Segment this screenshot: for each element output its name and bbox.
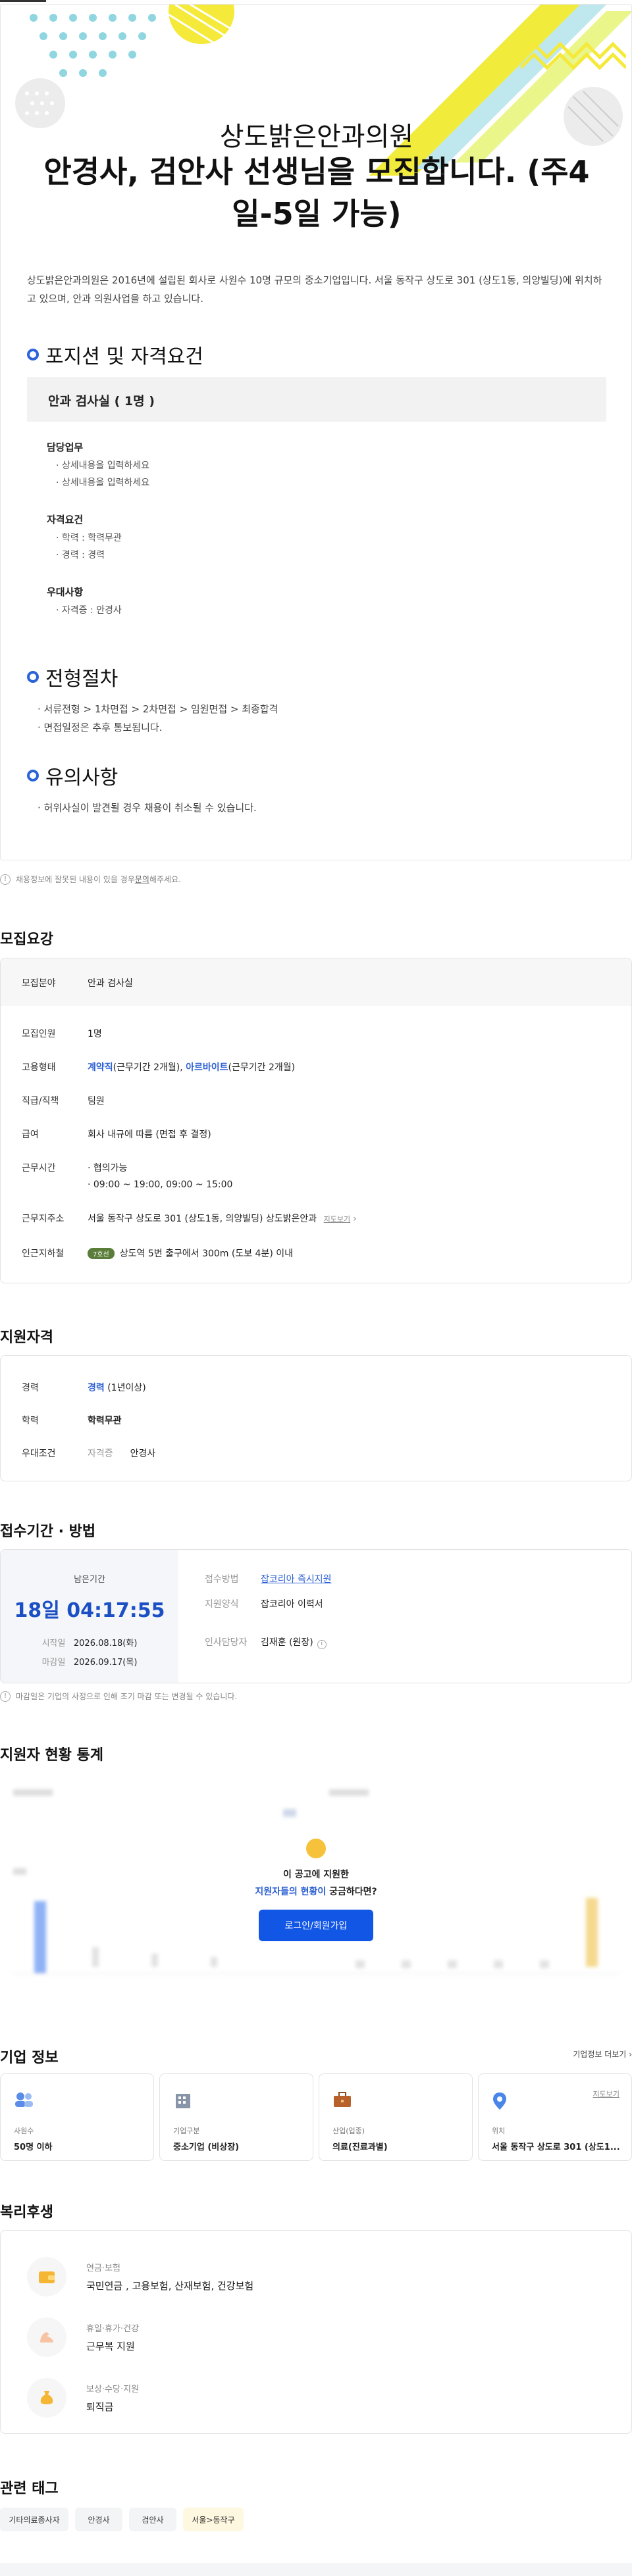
- tag-item[interactable]: 안경사: [75, 2508, 122, 2531]
- map-link[interactable]: 지도보기: [324, 1215, 350, 1224]
- benefit-health: 휴일·휴가·건강 근무복 지원: [27, 2317, 139, 2357]
- recruit-title: 모집요강: [0, 931, 53, 948]
- row-field: 모집분야 안과 검사실: [22, 978, 133, 989]
- ring-bullet-icon: [27, 770, 39, 781]
- info-icon: !: [0, 1691, 11, 1702]
- qualify-title: 지원자격: [0, 1329, 53, 1346]
- process-line: · 면접일정은 추후 통보됩니다.: [38, 722, 163, 733]
- thinking-face-icon: [306, 1839, 326, 1858]
- company-intro: 상도밝은안과의원은 2016년에 설립된 회사로 사원수 10명 규모의 중소기…: [27, 274, 602, 305]
- footer-strip: [0, 2563, 632, 2576]
- ring-bullet-icon: [27, 349, 39, 360]
- apply-method: 접수방법 잡코리아 즉시지원: [205, 1574, 332, 1585]
- stats-login-overlay: 이 공고에 지원한 지원자들의 현황이 궁금하다면? 로그인/회원가입: [0, 1839, 632, 1941]
- row-work-time: 근무시간 · 협의가능 · 09:00 ~ 19:00, 09:00 ~ 15:00: [22, 1163, 233, 1190]
- tab-indicator: [0, 0, 46, 2]
- position-box: 안과 검사실 ( 1명 ): [27, 377, 606, 422]
- remaining-time: 18일 04:17:55: [14, 1599, 165, 1622]
- process-line: · 서류전형 > 1차면접 > 2차면접 > 임원면접 > 최종합격: [38, 703, 278, 715]
- duty-label: 담당업무: [47, 441, 84, 453]
- company-card-type: 기업구분 중소기업 (비상장): [159, 2073, 313, 2161]
- info-icon: !: [0, 874, 11, 885]
- row-pay: 급여 회사 내규에 따름 (면접 후 결정): [22, 1129, 211, 1140]
- req-line: · 경력 : 경력: [56, 550, 105, 560]
- inquiry-link[interactable]: 문의: [135, 874, 149, 885]
- briefcase-icon: [334, 2092, 351, 2107]
- pref-label: 우대사항: [47, 586, 84, 598]
- section-notes: 유의사항: [27, 761, 118, 790]
- pref-line: · 자격증 : 안경사: [56, 605, 122, 616]
- company-name: 상도밝은안과의원: [219, 122, 414, 152]
- muscle-arm-icon: [27, 2317, 66, 2357]
- ring-bullet-icon: [27, 671, 39, 683]
- qualify-card: 경력 경력 (1년이상) 학력 학력무관 우대조건 자격증 안경사: [0, 1355, 632, 1481]
- duty-line: · 상세내용을 입력하세요: [56, 478, 150, 488]
- wallet-icon: [27, 2257, 66, 2296]
- row-rank: 직급/직책 팀원: [22, 1096, 105, 1106]
- apply-title: 접수기간 · 방법: [0, 1523, 96, 1540]
- decor-circle-yellow: [168, 5, 235, 47]
- req-line: · 학력 : 학력무관: [56, 533, 122, 543]
- row-subway: 인근지하철 7호선 상도역 5번 출구에서 300m (도보 4분) 이내: [22, 1248, 294, 1259]
- welfare-title: 복리후생: [0, 2204, 53, 2221]
- row-employment-type: 고용형태 계약직(근무기간 2개월), 아르바이트(근무기간 2개월): [22, 1062, 296, 1073]
- chevron-right-icon: ›: [353, 1214, 357, 1224]
- hr-manager: 인사담당자 김재훈 (원장) i: [205, 1635, 327, 1649]
- location-map-link[interactable]: 지도보기: [593, 2089, 619, 2099]
- welfare-card: 연금·보험 국민연금 , 고용보험, 산재보험, 건강보험 휴일·휴가·건강 근무복…: [0, 2230, 632, 2434]
- people-icon: [15, 2093, 33, 2107]
- job-poster: 상도밝은안과의원 안경사, 검안사 선생님을 모집합니다. (주4일-5일 가능…: [0, 4, 632, 860]
- building-icon: [176, 2094, 190, 2108]
- apply-form: 지원양식 잡코리아 이력서: [205, 1599, 323, 1610]
- deadline-panel: 남은기간 18일 04:17:55 시작일 2026.08.18(화) 마감일 …: [1, 1550, 178, 1683]
- tag-item[interactable]: 기타의료종사자: [0, 2508, 68, 2531]
- section-position: 포지션 및 자격요건: [27, 340, 203, 369]
- row-preference: 우대조건 자격증 안경사: [22, 1449, 156, 1459]
- row-experience: 경력 경력 (1년이상): [22, 1383, 146, 1393]
- apply-card: 남은기간 18일 04:17:55 시작일 2026.08.18(화) 마감일 …: [0, 1549, 632, 1683]
- login-signup-button[interactable]: 로그인/회원가입: [258, 1910, 374, 1941]
- decor-zigzag: [521, 41, 626, 70]
- info-icon[interactable]: i: [317, 1640, 327, 1649]
- error-report-notice: ! 채용정보에 잘못된 내용이 있을 경우 문의 해주세요.: [0, 874, 181, 885]
- subway-line-badge: 7호선: [88, 1248, 115, 1259]
- company-card-location: 지도보기 위치 서울 동작구 상도로 301 (상도1...: [478, 2073, 632, 2161]
- money-bag-icon: [27, 2378, 66, 2417]
- instant-apply-link[interactable]: 잡코리아 즉시지원: [261, 1574, 332, 1585]
- req-label: 자격요건: [47, 514, 84, 526]
- tag-item[interactable]: 검안사: [129, 2508, 176, 2531]
- benefit-insurance: 연금·보험 국민연금 , 고용보험, 산재보험, 건강보험: [27, 2257, 253, 2296]
- recruit-card: 모집분야 안과 검사실 모집인원 1명 고용형태 계약직(근무기간 2개월), 아르바…: [0, 958, 632, 1283]
- company-card-industry: 산업(업종) 의료(진료과별): [319, 2073, 473, 2161]
- duty-line: · 상세내용을 입력하세요: [56, 460, 150, 471]
- stats-title: 지원자 현황 통계: [0, 1747, 103, 1764]
- row-education: 학력 학력무관: [22, 1416, 122, 1426]
- notes-line: · 허위사실이 발견될 경우 채용이 취소될 수 있습니다.: [38, 802, 257, 814]
- row-address: 근무지주소 서울 동작구 상도로 301 (상도1동, 의양빌딩) 상도밝은안과 …: [22, 1214, 357, 1224]
- company-card-employees: 사원수 50명 이하: [0, 2073, 154, 2161]
- deadline-notice: ! 마감일은 기업의 사정으로 인해 조기 마감 또는 변경될 수 있습니다.: [0, 1691, 237, 1702]
- tag-item[interactable]: 서울>동작구: [183, 2508, 244, 2531]
- location-icon: [493, 2093, 506, 2110]
- start-date: 2026.08.18(화): [73, 1639, 138, 1648]
- company-more-link[interactable]: 기업정보 더보기 ›: [573, 2048, 632, 2060]
- company-info-title: 기업 정보: [0, 2050, 59, 2066]
- benefit-compensation: 보상·수당·지원 퇴직금: [27, 2378, 139, 2417]
- posting-title: 안경사, 검안사 선생님을 모집합니다. (주4일-5일 가능): [43, 154, 590, 232]
- section-process: 전형절차: [27, 662, 118, 691]
- chevron-right-icon: ›: [629, 2050, 632, 2059]
- end-date: 2026.09.17(목): [73, 1658, 138, 1668]
- tags-title: 관련 태그: [0, 2481, 59, 2497]
- row-count: 모집인원 1명: [22, 1029, 102, 1039]
